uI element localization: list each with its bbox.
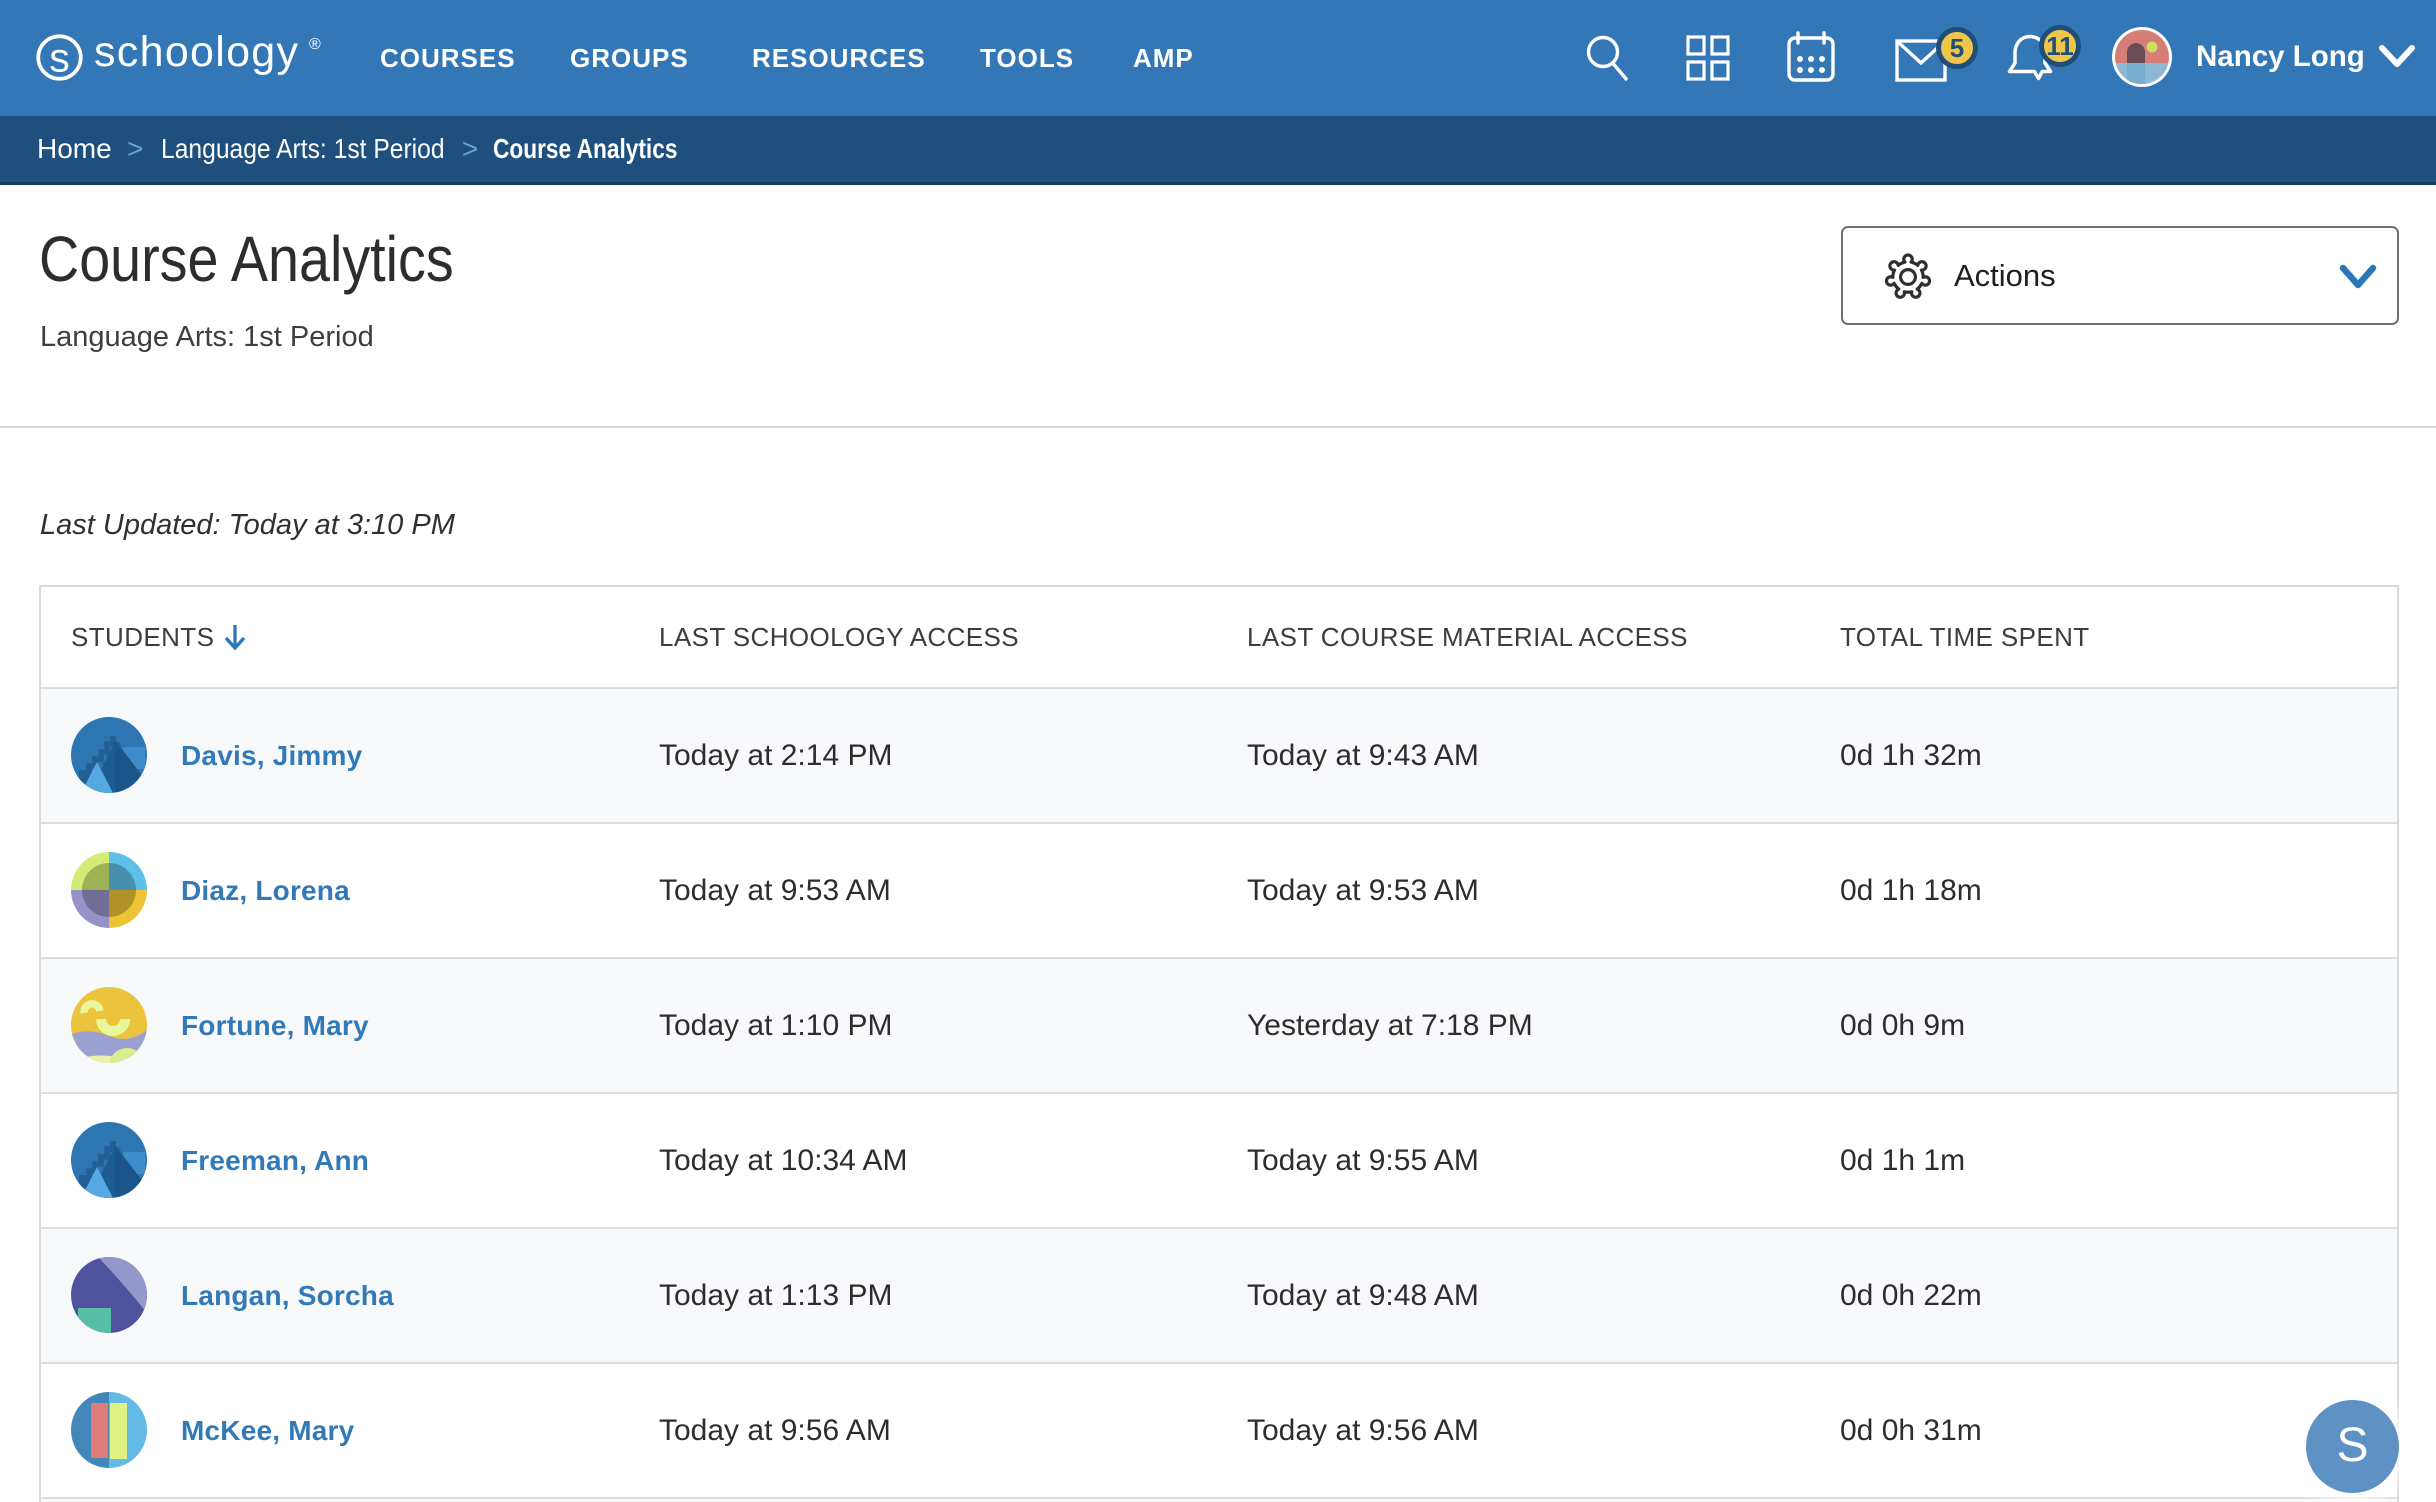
svg-text:s: s [49,35,70,81]
